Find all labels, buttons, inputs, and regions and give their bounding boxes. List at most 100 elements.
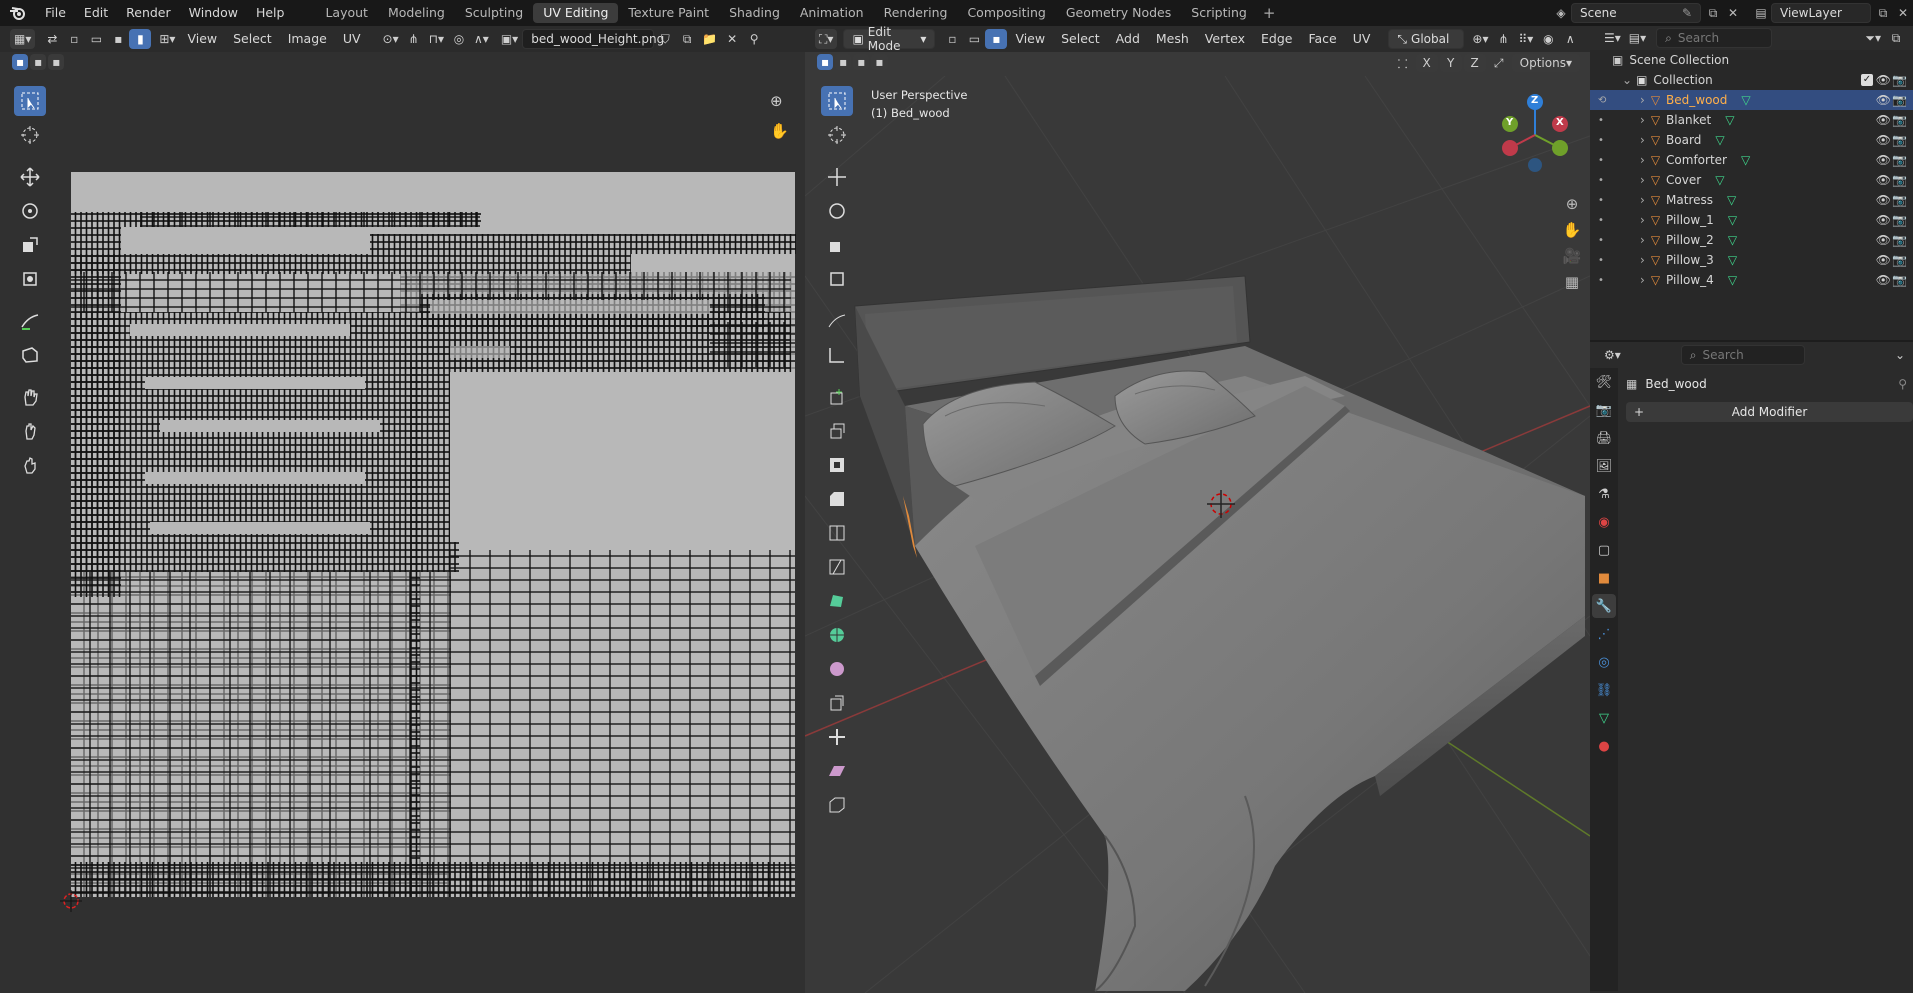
pin-image-icon[interactable]: ⚲	[743, 29, 765, 49]
transform-tool-icon[interactable]	[14, 264, 46, 294]
chevron-right-icon[interactable]: ›	[1640, 113, 1645, 127]
outliner-object-row[interactable]: • › ▽ Pillow_1 ▽ 👁 📷	[1590, 210, 1913, 230]
eye-icon[interactable]: 👁	[1876, 253, 1891, 267]
outliner-object-row[interactable]: • › ▽ Pillow_2 ▽ 👁 📷	[1590, 230, 1913, 250]
outliner-object-row[interactable]: • › ▽ Comforter ▽ 👁 📷	[1590, 150, 1913, 170]
outliner-object-row[interactable]: ⟲ › ▽ Bed_wood ▽ 👁 📷	[1590, 90, 1913, 110]
vp-menu-vertex[interactable]: Vertex	[1197, 26, 1253, 52]
eye-icon[interactable]: 👁	[1876, 213, 1891, 227]
props-options-icon[interactable]: ⌄	[1889, 345, 1911, 365]
vp-move-icon[interactable]	[821, 162, 853, 192]
eye-icon[interactable]: 👁	[1876, 153, 1891, 167]
sticky-select-icon[interactable]: ⊞▾	[155, 29, 179, 49]
chevron-right-icon[interactable]: ›	[1640, 133, 1645, 147]
vp-select-new-icon[interactable]: ▪	[817, 54, 834, 70]
scene-tab-icon[interactable]: ⚗	[1592, 482, 1616, 506]
constraints-tab-icon[interactable]: ⛓	[1592, 678, 1616, 702]
select-box-tool-icon[interactable]	[14, 86, 46, 116]
tab-animation[interactable]: Animation	[790, 3, 874, 23]
face-mode-icon[interactable]: ▪	[985, 29, 1008, 49]
eye-icon[interactable]: 👁	[1876, 193, 1891, 207]
tool-tab-icon[interactable]: 🛠	[1592, 370, 1616, 394]
object-tab-icon[interactable]: ■	[1592, 566, 1616, 590]
chevron-right-icon[interactable]: ›	[1640, 273, 1645, 287]
menu-window[interactable]: Window	[180, 0, 247, 26]
tab-shading[interactable]: Shading	[719, 3, 790, 23]
open-image-icon[interactable]: 📁	[698, 29, 721, 49]
face-select-icon[interactable]: ▪	[107, 29, 129, 49]
view-layer-field[interactable]: ViewLayer	[1771, 3, 1871, 23]
uv-menu-uv[interactable]: UV	[335, 26, 369, 52]
vp-zoom-icon[interactable]: ⊕	[1562, 194, 1582, 214]
vp-menu-add[interactable]: Add	[1108, 26, 1148, 52]
menu-render[interactable]: Render	[117, 0, 180, 26]
remove-scene-icon[interactable]: ✕	[1723, 3, 1743, 23]
unlink-image-icon[interactable]: ✕	[721, 29, 743, 49]
tab-geometry-nodes[interactable]: Geometry Nodes	[1056, 3, 1181, 23]
select-new-icon[interactable]: ▪	[12, 54, 29, 70]
tab-texture-paint[interactable]: Texture Paint	[618, 3, 719, 23]
chevron-right-icon[interactable]: ›	[1640, 233, 1645, 247]
mesh-data-icon[interactable]: ▽	[1741, 93, 1750, 107]
mesh-data-icon[interactable]: ▽	[1715, 173, 1724, 187]
axis-y-toggle[interactable]: Y	[1439, 54, 1462, 72]
viewport-scene[interactable]	[805, 76, 1590, 993]
inset-icon[interactable]	[821, 450, 853, 480]
tab-uv-editing[interactable]: UV Editing	[533, 3, 619, 23]
knife-icon[interactable]	[821, 552, 853, 582]
proportional-toggle-icon[interactable]: ◉	[1537, 29, 1559, 49]
fake-user-icon[interactable]: ⛉	[654, 29, 676, 49]
shear-icon[interactable]	[821, 756, 853, 786]
chevron-down-icon[interactable]: ⌄	[1622, 73, 1632, 87]
camera-icon[interactable]: 📷	[1892, 113, 1907, 127]
uv-image-canvas[interactable]	[70, 172, 796, 902]
vp-scale-icon[interactable]	[821, 230, 853, 260]
tab-rendering[interactable]: Rendering	[874, 3, 958, 23]
new-image-icon[interactable]: ⧉	[676, 29, 698, 49]
outliner-object-row[interactable]: • › ▽ Pillow_3 ▽ 👁 📷	[1590, 250, 1913, 270]
vp-menu-mesh[interactable]: Mesh	[1148, 26, 1197, 52]
uv-menu-image[interactable]: Image	[280, 26, 335, 52]
loop-cut-icon[interactable]	[821, 518, 853, 548]
chevron-right-icon[interactable]: ›	[1640, 213, 1645, 227]
eye-icon[interactable]: 👁	[1876, 273, 1891, 287]
chevron-right-icon[interactable]: ›	[1640, 153, 1645, 167]
image-browse-icon[interactable]: ▣▾	[497, 29, 522, 49]
snap-target-icon[interactable]: ⊓▾	[425, 29, 448, 49]
uv-sync-icon[interactable]: ⇄	[41, 29, 63, 49]
scene-name-field[interactable]: Scene ✎	[1571, 3, 1701, 23]
edge-slide-icon[interactable]	[821, 688, 853, 718]
relax-tool-icon[interactable]	[14, 416, 46, 446]
mesh-data-icon[interactable]: ▽	[1728, 253, 1737, 267]
physics-tab-icon[interactable]: ◎	[1592, 650, 1616, 674]
bevel-icon[interactable]	[821, 484, 853, 514]
mesh-data-icon[interactable]: ▽	[1715, 133, 1724, 147]
scene-icon[interactable]: ◈	[1551, 3, 1571, 23]
vp-rotate-icon[interactable]	[821, 196, 853, 226]
snap-icon[interactable]: ⋔	[403, 29, 425, 49]
pivot-icon[interactable]: ⊙▾	[379, 29, 403, 49]
editor-type-icon[interactable]: ▦▾	[10, 29, 36, 49]
move-tool-icon[interactable]	[14, 162, 46, 192]
extrude-icon[interactable]	[821, 416, 853, 446]
rotate-tool-icon[interactable]	[14, 196, 46, 226]
menu-edit[interactable]: Edit	[75, 0, 117, 26]
rip-region-icon[interactable]	[821, 790, 853, 820]
outliner-search-field[interactable]: ⌕ Search	[1656, 28, 1773, 48]
vp-menu-edge[interactable]: Edge	[1253, 26, 1300, 52]
island-select-icon[interactable]: ▮	[129, 29, 152, 49]
cursor-tool-icon[interactable]	[14, 120, 46, 150]
eye-icon[interactable]: 👁	[1876, 113, 1891, 127]
properties-type-icon[interactable]: ⚙▾	[1600, 345, 1625, 365]
mesh-data-icon[interactable]: ▽	[1727, 193, 1736, 207]
ortho-grid-icon[interactable]: ▦	[1562, 272, 1582, 292]
vp-select-invert-icon[interactable]: ▪	[871, 54, 888, 70]
mesh-data-icon[interactable]: ▽	[1728, 213, 1737, 227]
mode-selector[interactable]: ▣ Edit Mode ▾	[843, 25, 936, 53]
display-mode-icon[interactable]: ▤▾	[1625, 28, 1650, 48]
uv-menu-select[interactable]: Select	[225, 26, 280, 52]
mirror-icon[interactable]: ⸬	[1392, 54, 1414, 72]
new-view-layer-icon[interactable]: ⧉	[1873, 3, 1893, 23]
camera-icon[interactable]: 📷	[1892, 253, 1907, 267]
vp-menu-select[interactable]: Select	[1053, 26, 1108, 52]
